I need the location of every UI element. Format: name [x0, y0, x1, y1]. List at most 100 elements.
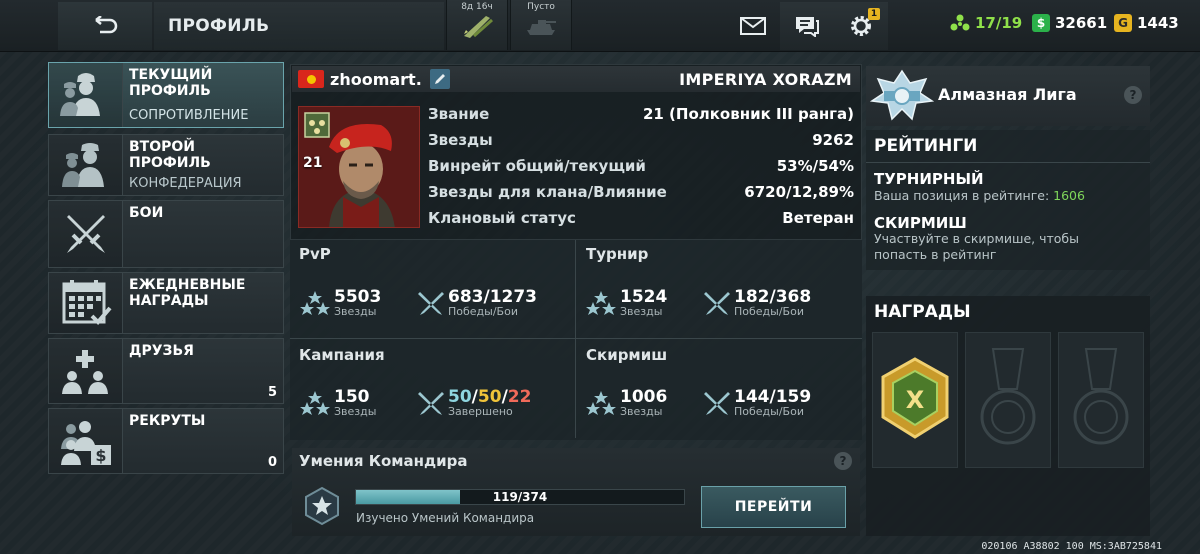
info-key: Звание [428, 105, 490, 123]
missile-icon [464, 16, 493, 38]
crossed-swords-icon [704, 392, 730, 415]
rank-number: 21 [303, 155, 323, 171]
pvp-title: PvP [299, 245, 331, 263]
skills-progress-bar: 119/374 [355, 489, 685, 505]
back-button[interactable] [58, 2, 152, 50]
sidebar-item-label: РЕКРУТЫ [129, 413, 206, 429]
mail-button[interactable] [726, 2, 780, 50]
sidebar-item-label: БОИ [129, 205, 164, 221]
crossed-swords-icon [66, 215, 105, 253]
sidebar-item-current-profile[interactable]: ТЕКУЩИЙ ПРОФИЛЬ СОПРОТИВЛЕНИЕ [48, 62, 284, 128]
tournament-wins-label: Победы/Бои [734, 305, 804, 318]
league-help-icon[interactable]: ? [1124, 86, 1142, 104]
energy-counter[interactable]: 17/19 [950, 14, 1022, 32]
edit-name-button[interactable] [429, 69, 450, 89]
award-slot-3[interactable] [1058, 332, 1144, 468]
campaign-stars: 150 Звезды [300, 388, 376, 418]
silver-counter[interactable]: $ 32661 [1032, 14, 1107, 32]
skirmish-wins-value: 144/159 [734, 387, 812, 407]
info-value: Ветеран [782, 209, 854, 227]
tournament-rating-position: 1606 [1053, 188, 1085, 203]
pvp-wins-value: 683/1273 [448, 287, 538, 307]
sidebar-item-friends[interactable]: ДРУЗЬЯ 5 [48, 338, 284, 404]
info-row-clan-stars: Звезды для клана/Влияние 6720/12,89% [428, 179, 854, 205]
build-code: 020106 A38802 100 MS:3AB725841 [981, 541, 1162, 552]
tank-silhouette-icon [527, 20, 556, 35]
page-title: ПРОФИЛЬ [154, 2, 444, 50]
sidebar-item-second-profile[interactable]: ВТОРОЙ ПРОФИЛЬ КОНФЕДЕРАЦИЯ [48, 134, 284, 196]
slot-timed-label: 8д 16ч [461, 2, 493, 12]
gold-value: 1443 [1137, 14, 1179, 32]
sidebar-item-sub: КОНФЕДЕРАЦИЯ [129, 176, 242, 191]
avatar: 21 [298, 106, 420, 228]
tournament-wins-value: 182/368 [734, 287, 812, 307]
gold-counter[interactable]: G 1443 [1114, 14, 1179, 32]
gold-coin-icon: G [1114, 14, 1132, 32]
friends-icon [61, 350, 108, 394]
info-row-stars: Звезды 9262 [428, 127, 854, 153]
pvp-wins-label: Победы/Бои [448, 305, 518, 318]
campaign-completed-label: Завершено [448, 405, 513, 418]
awards-panel: НАГРАДЫ X [866, 296, 1150, 536]
skirmish-title: Скирмиш [586, 346, 668, 364]
top-bar: ПРОФИЛЬ 8д 16ч Пусто 1 17/19 $ 32661 G 1… [0, 0, 1200, 52]
skills-help-icon[interactable]: ? [834, 452, 852, 470]
gold-medal-icon: X [881, 357, 949, 439]
tournament-title: Турнир [586, 245, 649, 263]
nav-icon-box [49, 201, 123, 267]
divider [575, 240, 576, 438]
sidebar-item-recruits[interactable]: $ РЕКРУТЫ 0 [48, 408, 284, 474]
pvp-stars-label: Звезды [334, 305, 377, 318]
skirmish-stars: 1006 Звезды [586, 388, 667, 418]
nav-icon-box [49, 63, 123, 127]
crossed-swords-icon [418, 392, 444, 415]
sidebar-item-label: ЕЖЕДНЕВНЫЕ НАГРАДЫ [129, 277, 246, 309]
award-slot-2[interactable] [965, 332, 1051, 468]
info-value: 6720/12,89% [744, 183, 854, 201]
info-value: 21 (Полковник III ранга) [642, 105, 854, 123]
dollar-icon: $ [1032, 14, 1050, 32]
chat-button[interactable] [780, 2, 834, 50]
tournament-rating-caption: Ваша позиция в рейтинге: [874, 188, 1050, 203]
league-panel[interactable]: Алмазная Лига ? [866, 66, 1150, 126]
empty-medal-icon [1073, 348, 1129, 445]
sidebar-item-label: ДРУЗЬЯ [129, 343, 194, 359]
stars-cluster-icon [586, 391, 616, 415]
country-flag-icon [298, 70, 324, 88]
award-slot-1[interactable]: X [872, 332, 958, 468]
empty-medal-icon [980, 348, 1036, 445]
mail-icon [740, 17, 766, 35]
go-button[interactable]: ПЕРЕЙТИ [701, 486, 846, 528]
info-key: Винрейт общий/текущий [428, 157, 646, 175]
energy-value: 17/19 [975, 14, 1023, 32]
recruits-icon: $ [60, 421, 111, 465]
sidebar-item-daily-rewards[interactable]: ЕЖЕДНЕВНЫЕ НАГРАДЫ [48, 272, 284, 334]
settings-button[interactable]: 1 [834, 2, 888, 50]
campaign-hard: 22 [507, 387, 532, 407]
skirmish-rating-text: Участвуйте в скирмише, чтобы попасть в р… [874, 231, 1079, 262]
soldier-icon [61, 143, 104, 187]
nav-icon-box: $ [49, 409, 123, 473]
sidebar-item-battles[interactable]: БОИ [48, 200, 284, 268]
silver-value: 32661 [1055, 14, 1108, 32]
skirmish-rating-head: СКИРМИШ [874, 214, 967, 232]
clan-name: IMPERIYA XORAZM [679, 69, 852, 89]
skirmish-wins: 144/159 Победы/Бои [704, 388, 811, 418]
sidebar-item-sub: СОПРОТИВЛЕНИЕ [129, 108, 249, 123]
league-name: Алмазная Лига [938, 85, 1077, 104]
slot-timed[interactable]: 8д 16ч [446, 0, 508, 50]
info-value: 53%/54% [776, 157, 854, 175]
commander-star-badge-icon [305, 486, 339, 526]
stars-cluster-icon [300, 391, 330, 415]
settings-badge: 1 [868, 8, 880, 20]
energy-icon [950, 14, 970, 31]
info-row-clan-status: Клановый статус Ветеран [428, 205, 854, 231]
pvp-wins: 683/1273 Победы/Бои [418, 288, 537, 318]
info-key: Клановый статус [428, 209, 576, 227]
tournament-wins: 182/368 Победы/Бои [704, 288, 811, 318]
chat-icon [796, 17, 819, 37]
pencil-icon [434, 74, 445, 84]
slot-empty[interactable]: Пусто [510, 0, 572, 50]
friends-count: 5 [267, 385, 277, 400]
skills-progress-text: 119/374 [492, 490, 548, 504]
